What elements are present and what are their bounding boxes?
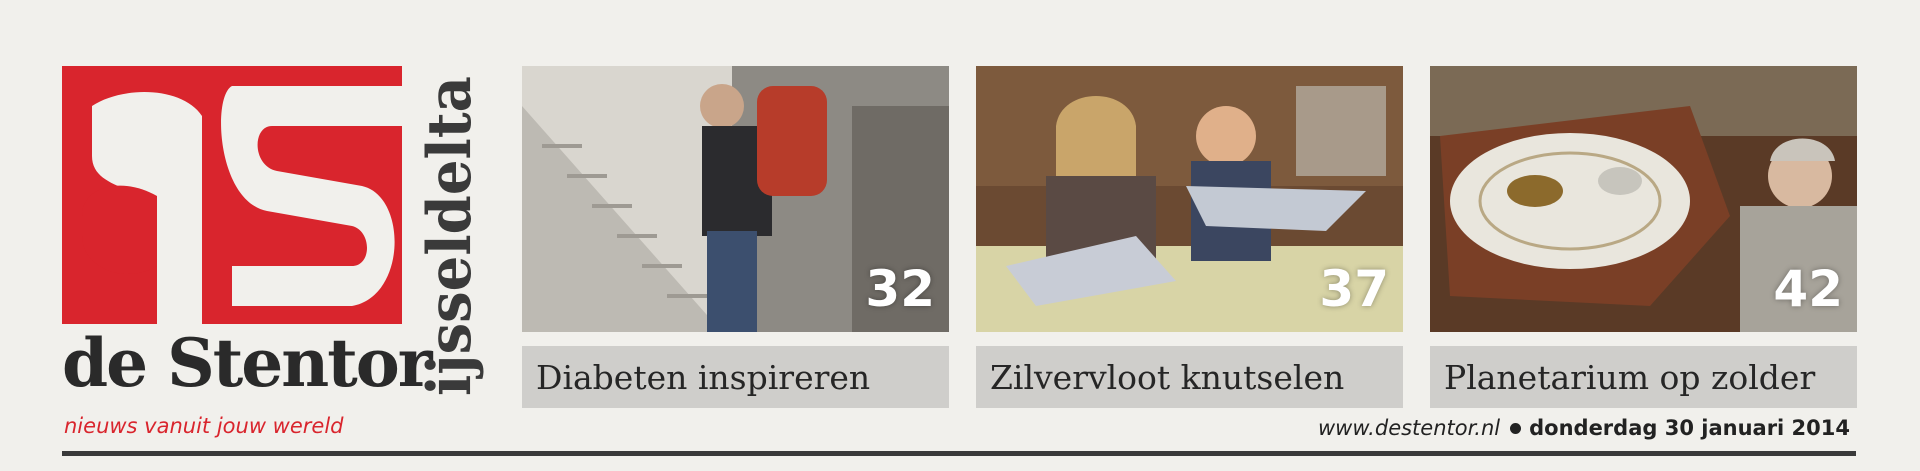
- teaser-1[interactable]: 32 Diabeten inspireren: [522, 66, 949, 408]
- teaser-2[interactable]: 37 Zilvervloot knutselen: [976, 66, 1403, 408]
- page-number: 32: [865, 260, 935, 318]
- teaser-caption[interactable]: Diabeten inspireren: [522, 346, 949, 408]
- teaser-caption[interactable]: Zilvervloot knutselen: [976, 346, 1403, 408]
- publication-date: donderdag 30 januari 2014: [1529, 416, 1851, 440]
- website-link[interactable]: www.destentor.nl: [1318, 416, 1500, 440]
- page-number: 37: [1319, 260, 1389, 318]
- teaser-caption[interactable]: Planetarium op zolder: [1430, 346, 1857, 408]
- teaser-photo-stairs[interactable]: 32: [522, 66, 949, 332]
- teaser-photo-planetarium[interactable]: 42: [1430, 66, 1857, 332]
- newspaper-masthead: de Stentor nieuws vanuit jouw wereld ijs…: [0, 0, 1920, 471]
- masthead-divider: [62, 451, 1856, 456]
- bullet-icon: [1510, 422, 1522, 434]
- teaser-3[interactable]: 42 Planetarium op zolder: [1430, 66, 1857, 408]
- teaser-photo-crafting[interactable]: 37: [976, 66, 1403, 332]
- newspaper-name: de Stentor: [62, 324, 433, 402]
- as-logo: [62, 66, 402, 324]
- page-number: 42: [1773, 260, 1843, 318]
- footer-line: www.destentor.nl donderdag 30 januari 201…: [1318, 416, 1850, 440]
- region-text: ijsseldelta: [415, 76, 485, 396]
- tagline: nieuws vanuit jouw wereld: [64, 414, 344, 438]
- region-label: ijsseldelta: [415, 76, 485, 396]
